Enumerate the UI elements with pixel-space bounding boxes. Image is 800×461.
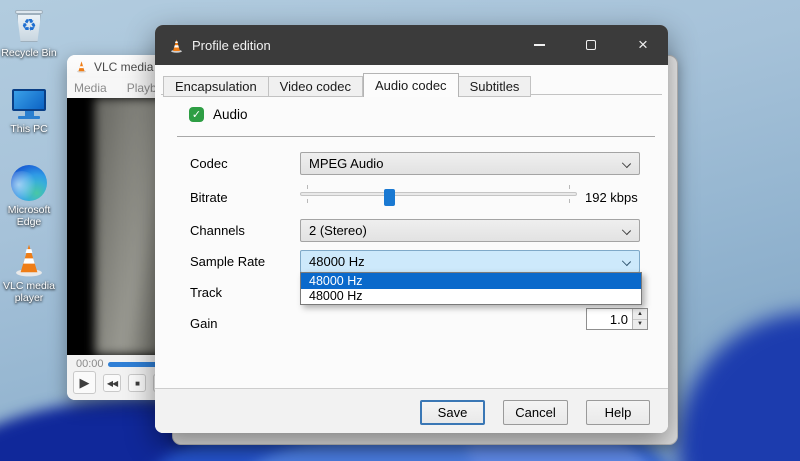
tab-subtitles[interactable]: Subtitles (458, 76, 532, 97)
maximize-icon (586, 40, 596, 50)
elapsed-time: 00:00 (76, 358, 104, 370)
channels-dropdown[interactable]: 2 (Stereo) (300, 219, 640, 242)
gain-label: Gain (190, 316, 218, 331)
vlc-cone-icon (11, 241, 47, 277)
codec-value: MPEG Audio (309, 156, 384, 171)
menu-media[interactable]: Media (74, 81, 107, 95)
tab-encapsulation[interactable]: Encapsulation (163, 76, 269, 97)
dialog-title: Profile edition (192, 37, 271, 53)
tab-bar: Encapsulation Video codec Audio codec Su… (163, 73, 532, 97)
desktop-icon-recycle-bin[interactable]: ♻ Recycle Bin (0, 8, 58, 59)
sample-rate-option-list: 48000 Hz 48000 Hz (300, 272, 642, 305)
desktop-icon-microsoft-edge[interactable]: Microsoft Edge (0, 165, 58, 228)
play-button[interactable]: ▶ (73, 371, 96, 394)
desktop-icon-label: Recycle Bin (1, 47, 57, 59)
sample-rate-label: Sample Rate (190, 254, 266, 269)
gain-decrement-button[interactable]: ▼ (633, 319, 647, 329)
sample-rate-dropdown[interactable]: 48000 Hz (300, 250, 640, 273)
channels-value: 2 (Stereo) (309, 223, 367, 238)
gain-value: 1.0 (609, 311, 628, 327)
minimize-icon (533, 44, 545, 46)
bitrate-value: 192 kbps (585, 190, 638, 205)
desktop-icon-label: Microsoft Edge (7, 204, 51, 228)
desktop-icon-vlc[interactable]: VLC media player (0, 241, 58, 304)
dialog-titlebar[interactable]: Profile edition × (155, 25, 668, 65)
chevron-down-icon (621, 225, 632, 236)
edge-icon (11, 165, 47, 201)
track-label: Track (190, 285, 223, 300)
channels-label: Channels (190, 223, 245, 238)
audio-checkbox[interactable]: ✓ (189, 107, 204, 122)
tab-audio-codec[interactable]: Audio codec (363, 73, 459, 97)
vlc-cone-icon (169, 38, 184, 53)
audio-enable-row: ✓ Audio (189, 107, 248, 122)
codec-label: Codec (190, 156, 228, 171)
minimize-button[interactable] (528, 34, 550, 56)
gain-spinner[interactable]: 1.0 ▲ ▼ (586, 308, 648, 330)
bitrate-slider[interactable] (300, 185, 577, 206)
stop-button[interactable]: ■ (128, 374, 146, 392)
save-button[interactable]: Save (420, 400, 485, 425)
bloom-petal (678, 312, 800, 461)
audio-checkbox-label: Audio (213, 107, 248, 122)
desktop-icon-label: VLC media player (3, 280, 55, 304)
bitrate-slider-handle[interactable] (383, 189, 395, 206)
chevron-down-icon (621, 158, 632, 169)
tab-video-codec[interactable]: Video codec (268, 76, 363, 97)
dialog-button-strip: Save Cancel Help (155, 388, 668, 433)
help-button[interactable]: Help (586, 400, 650, 425)
section-divider (177, 136, 655, 137)
vlc-cone-icon (76, 61, 87, 73)
desktop-icon-label: This PC (10, 123, 48, 135)
close-button[interactable]: × (632, 34, 654, 56)
previous-button[interactable]: ◀◀ (103, 374, 121, 392)
desktop-icon-this-pc[interactable]: This PC (0, 86, 58, 135)
sample-rate-value: 48000 Hz (309, 254, 365, 269)
chevron-down-icon (621, 256, 632, 267)
codec-dropdown[interactable]: MPEG Audio (300, 152, 640, 175)
cancel-button[interactable]: Cancel (503, 400, 568, 425)
maximize-button[interactable] (580, 34, 602, 56)
this-pc-icon (11, 86, 47, 120)
sample-rate-option[interactable]: 48000 Hz (301, 289, 641, 305)
gain-increment-button[interactable]: ▲ (633, 309, 647, 320)
recycle-bin-icon: ♻ (11, 8, 47, 44)
profile-edition-dialog: Profile edition × Encapsulation Video co… (155, 25, 668, 433)
bitrate-label: Bitrate (190, 190, 228, 205)
sample-rate-option[interactable]: 48000 Hz (301, 273, 641, 289)
